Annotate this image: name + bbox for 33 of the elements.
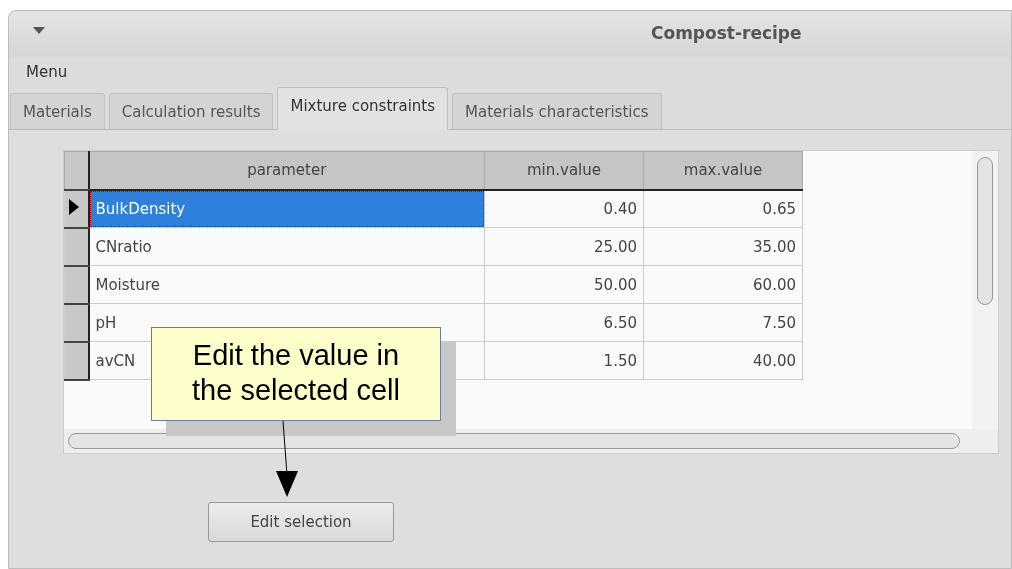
table-cell[interactable]: 40.00 <box>643 341 803 380</box>
edit-button[interactable]: Edit selection <box>208 502 394 542</box>
tab[interactable]: Mixture constraints <box>277 87 449 130</box>
table-cell[interactable]: 1.50 <box>484 341 644 380</box>
scrollbar-thumb[interactable] <box>977 157 993 305</box>
tab[interactable]: Materials characteristics <box>452 93 662 129</box>
table-cell[interactable]: CNratio <box>88 227 485 266</box>
row-indicator[interactable] <box>64 227 89 266</box>
table-cell[interactable]: 6.50 <box>484 303 644 342</box>
row-indicator[interactable] <box>64 341 89 380</box>
scrollbar-thumb[interactable] <box>68 433 960 449</box>
table-cell[interactable]: 60.00 <box>643 265 803 304</box>
table-cell[interactable]: 0.65 <box>643 189 803 228</box>
table-cell[interactable]: 7.50 <box>643 303 803 342</box>
table-cell[interactable]: 50.00 <box>484 265 644 304</box>
menu-item[interactable]: Menu <box>26 63 68 81</box>
column-header[interactable]: min.value <box>484 151 644 190</box>
table-cell[interactable]: 0.40 <box>484 189 644 228</box>
table-cell[interactable]: 35.00 <box>643 227 803 266</box>
row-indicator[interactable] <box>64 303 89 342</box>
row-indicator[interactable] <box>64 265 89 304</box>
row-pointer-icon <box>69 198 79 215</box>
tab[interactable]: Materials <box>10 93 105 129</box>
dropdown-triangle-icon[interactable] <box>33 26 45 34</box>
window-title: Compost-recipe <box>651 23 802 43</box>
table-cell[interactable]: BulkDensity <box>88 189 485 228</box>
hint-tooltip: Edit the value in the selected cell <box>151 327 441 421</box>
column-header[interactable]: max.value <box>643 151 803 190</box>
tab[interactable]: Calculation results <box>108 93 274 129</box>
table-cell[interactable]: 25.00 <box>484 227 644 266</box>
table-cell[interactable]: Moisture <box>88 265 485 304</box>
row-indicator[interactable] <box>64 189 89 228</box>
column-header[interactable]: parameter <box>88 151 485 190</box>
